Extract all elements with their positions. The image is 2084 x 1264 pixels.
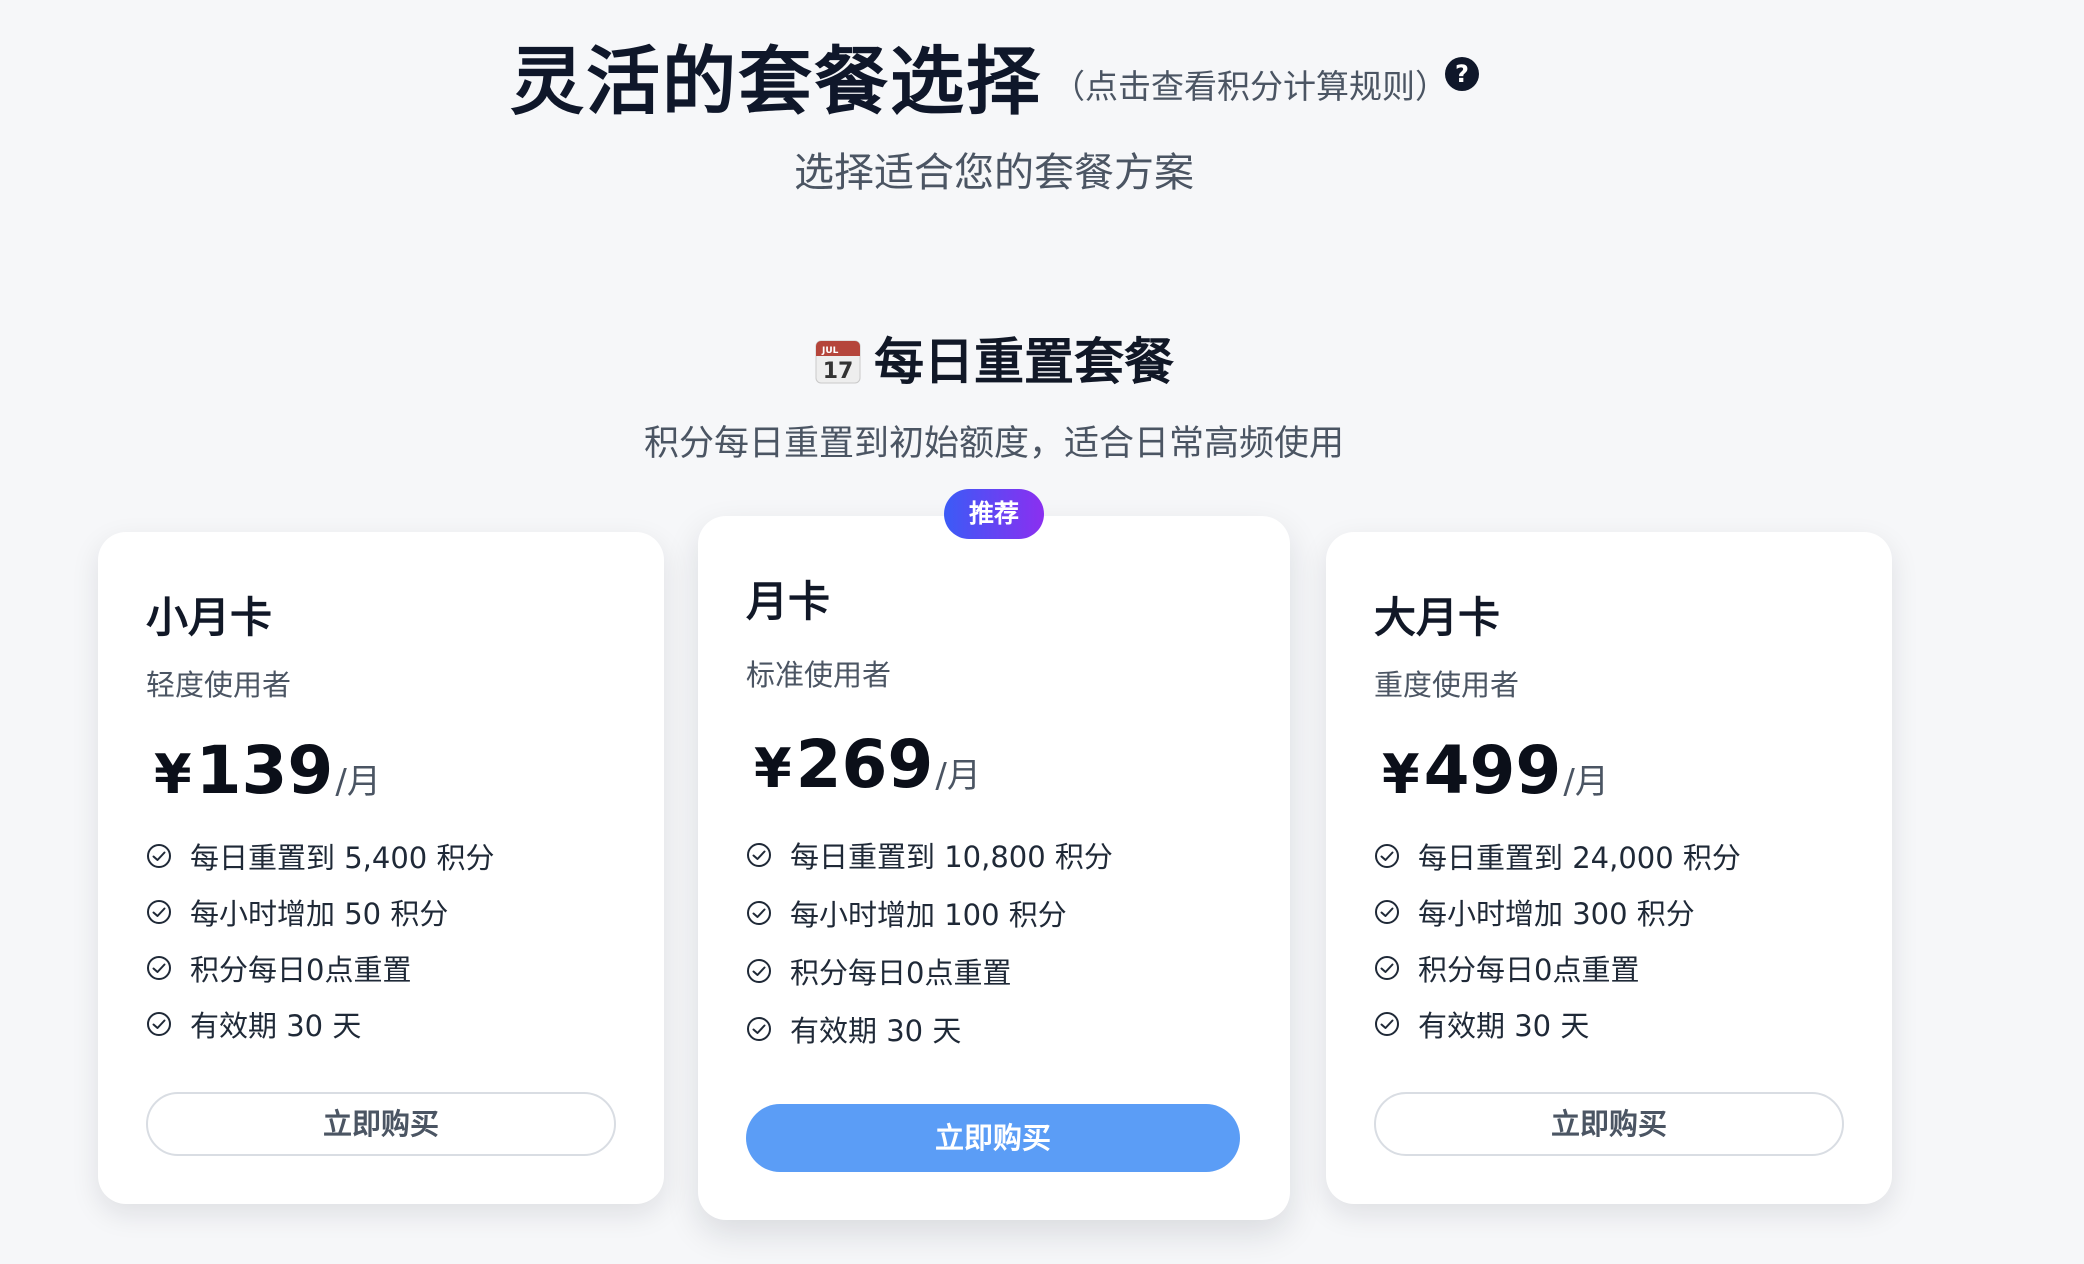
feature-text: 积分每日0点重置 (1418, 953, 1640, 987)
feature-text: 积分每日0点重置 (790, 956, 1012, 990)
feature-text: 有效期 30 天 (790, 1014, 962, 1048)
feature-text: 积分每日0点重置 (190, 953, 412, 987)
feature-item: 有效期 30 天 (146, 996, 494, 1052)
recommended-badge: 推荐 (944, 489, 1044, 539)
price-unit: /月 (335, 762, 381, 802)
check-circle-icon (1375, 956, 1399, 980)
feature-text: 有效期 30 天 (190, 1009, 362, 1043)
help-icon[interactable]: ? (1445, 57, 1479, 91)
plan-price: ¥269/月 (754, 726, 981, 803)
price-currency: ¥ (754, 737, 792, 800)
plan-card-standard: 月卡 标准使用者 ¥269/月 每日重置到 10,800 积分 每小时增加 10… (698, 516, 1290, 1220)
plan-name: 小月卡 (146, 593, 273, 642)
feature-text: 每小时增加 300 积分 (1418, 897, 1695, 931)
check-circle-icon (747, 1017, 771, 1041)
plan-audience: 轻度使用者 (146, 668, 292, 702)
feature-text: 每小时增加 100 积分 (790, 898, 1067, 932)
page-subtitle: 选择适合您的套餐方案 (794, 150, 1194, 196)
feature-text: 有效期 30 天 (1418, 1009, 1590, 1043)
plan-card-large: 大月卡 重度使用者 ¥499/月 每日重置到 24,000 积分 每小时增加 3… (1326, 532, 1892, 1204)
buy-button-small[interactable]: 立即购买 (146, 1092, 616, 1156)
feature-item: 每日重置到 24,000 积分 (1374, 828, 1741, 884)
feature-text: 每小时增加 50 积分 (190, 897, 449, 931)
check-circle-icon (147, 844, 171, 868)
plan-name: 月卡 (746, 577, 831, 626)
price-unit: /月 (1563, 762, 1609, 802)
plan-audience: 标准使用者 (746, 658, 892, 692)
check-circle-icon (147, 900, 171, 924)
check-circle-icon (1375, 900, 1399, 924)
feature-list: 每日重置到 5,400 积分 每小时增加 50 积分 积分每日0点重置 有效期 … (146, 828, 494, 1052)
feature-item: 有效期 30 天 (746, 1000, 1113, 1058)
section-title-text: 每日重置套餐 (874, 333, 1174, 391)
price-unit: /月 (935, 756, 981, 796)
page-title: 灵活的套餐选择 (510, 39, 1042, 125)
price-amount: 499 (1423, 732, 1562, 809)
price-amount: 269 (795, 726, 934, 803)
buy-button-standard[interactable]: 立即购买 (746, 1104, 1240, 1172)
feature-list: 每日重置到 10,800 积分 每小时增加 100 积分 积分每日0点重置 有效… (746, 826, 1113, 1058)
svg-text:17: 17 (823, 359, 854, 384)
price-currency: ¥ (154, 743, 192, 806)
check-circle-icon (747, 959, 771, 983)
section-title: JUL 17 每日重置套餐 (0, 322, 1988, 394)
plan-price: ¥499/月 (1382, 732, 1609, 809)
calendar-icon: JUL 17 (815, 340, 861, 384)
check-circle-icon (1375, 844, 1399, 868)
feature-item: 每小时增加 100 积分 (746, 884, 1113, 942)
feature-item: 每日重置到 10,800 积分 (746, 826, 1113, 884)
feature-text: 每日重置到 24,000 积分 (1418, 841, 1741, 875)
section-description: 积分每日重置到初始额度，适合日常高频使用 (643, 424, 1344, 464)
buy-button-large[interactable]: 立即购买 (1374, 1092, 1844, 1156)
feature-item: 每小时增加 50 积分 (146, 884, 494, 940)
check-circle-icon (1375, 1012, 1399, 1036)
svg-text:JUL: JUL (821, 346, 839, 356)
rules-link[interactable]: （点击查看积分计算规则） (1052, 60, 1448, 108)
check-circle-icon (747, 901, 771, 925)
feature-item: 有效期 30 天 (1374, 996, 1741, 1052)
plan-card-small: 小月卡 轻度使用者 ¥139/月 每日重置到 5,400 积分 每小时增加 50… (98, 532, 664, 1204)
check-circle-icon (147, 1012, 171, 1036)
check-circle-icon (147, 956, 171, 980)
feature-item: 积分每日0点重置 (146, 940, 494, 996)
price-currency: ¥ (1382, 743, 1420, 806)
feature-list: 每日重置到 24,000 积分 每小时增加 300 积分 积分每日0点重置 有效… (1374, 828, 1741, 1052)
feature-text: 每日重置到 10,800 积分 (790, 840, 1113, 874)
feature-item: 积分每日0点重置 (1374, 940, 1741, 996)
check-circle-icon (747, 843, 771, 867)
price-amount: 139 (195, 732, 334, 809)
feature-item: 每日重置到 5,400 积分 (146, 828, 494, 884)
feature-item: 积分每日0点重置 (746, 942, 1113, 1000)
plan-price: ¥139/月 (154, 732, 381, 809)
plan-name: 大月卡 (1374, 593, 1501, 642)
feature-item: 每小时增加 300 积分 (1374, 884, 1741, 940)
plan-audience: 重度使用者 (1374, 668, 1520, 702)
feature-text: 每日重置到 5,400 积分 (190, 841, 495, 875)
